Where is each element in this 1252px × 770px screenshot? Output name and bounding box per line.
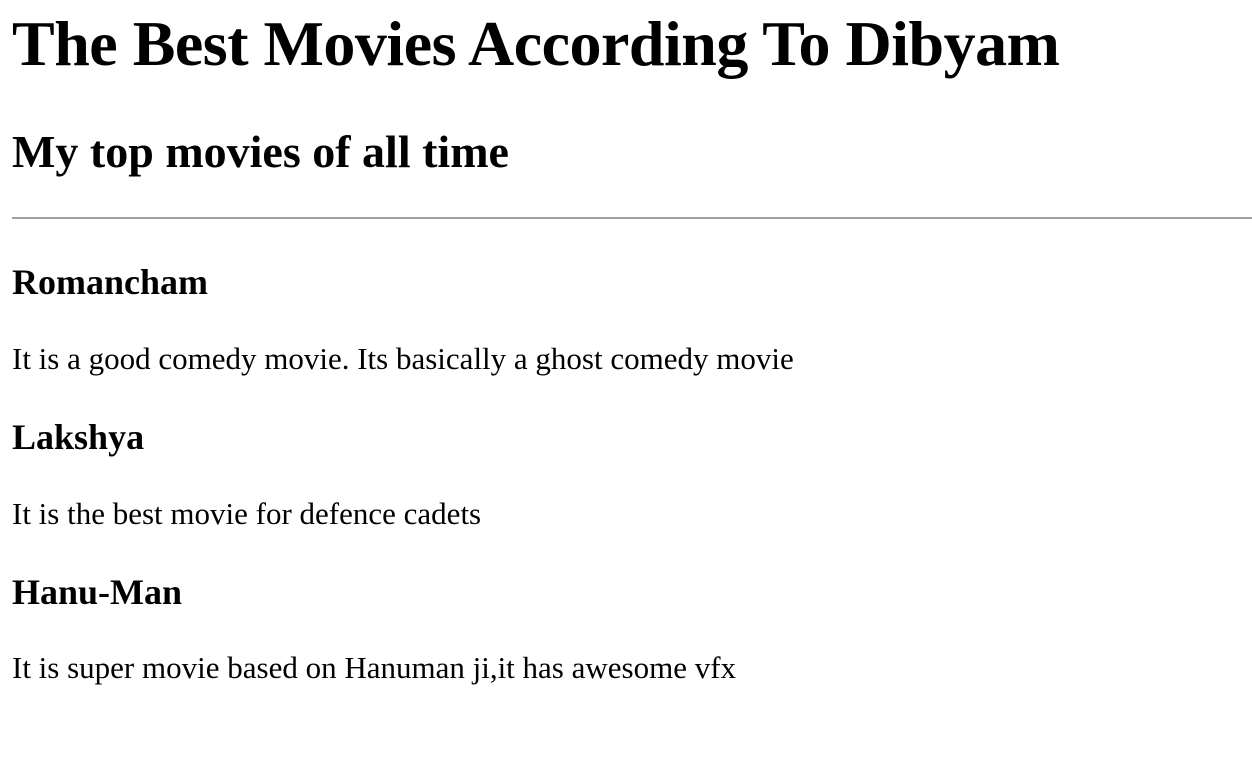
movie-description: It is the best movie for defence cadets (12, 496, 482, 531)
movie-title: Romancham (12, 262, 208, 302)
page-subtitle: My top movies of all time (12, 126, 509, 177)
page: The Best Movies According To Dibyam My t… (0, 0, 1252, 770)
page-title: The Best Movies According To Dibyam (12, 8, 1060, 79)
movie-title: Hanu-Man (12, 572, 183, 612)
movie-title: Lakshya (12, 417, 145, 457)
movie-description: It is a good comedy movie. Its basically… (12, 341, 794, 376)
divider (12, 217, 1252, 219)
movie-description: It is super movie based on Hanuman ji,it… (12, 650, 737, 685)
